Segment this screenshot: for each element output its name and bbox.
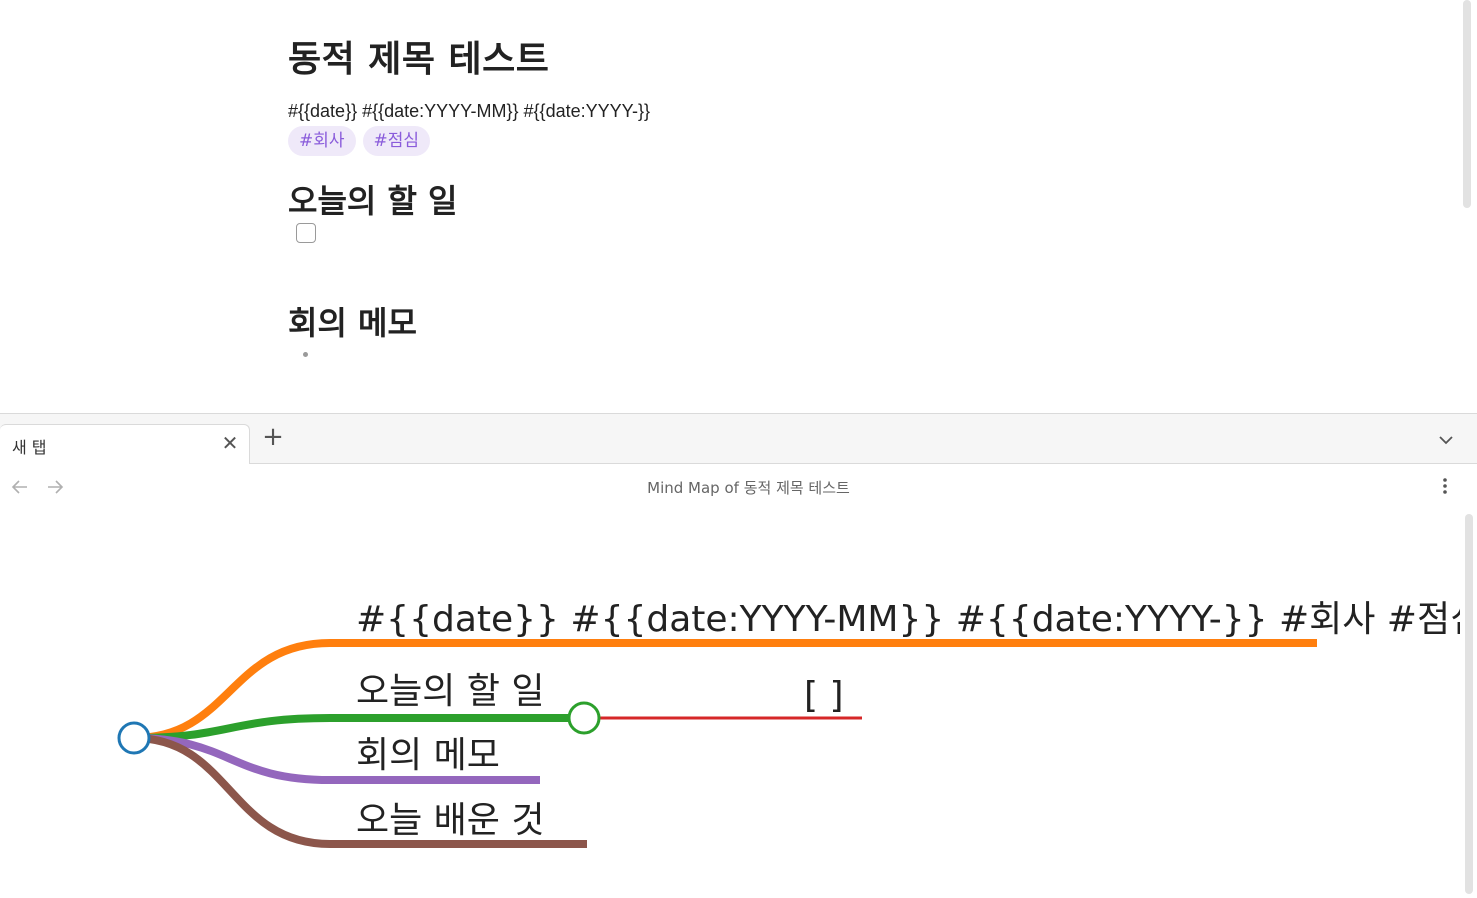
tag-lunch[interactable]: #점심 (362, 126, 431, 156)
tab-new-tab[interactable]: 새 탭 ✕ (0, 424, 250, 465)
chevron-down-icon[interactable] (1436, 430, 1456, 450)
tab-label: 새 탭 (12, 438, 47, 457)
branch-label-2[interactable]: 회의 메모 (356, 735, 500, 776)
tab-strip: 새 탭 ✕ + (0, 413, 1477, 465)
scrollbar-mindmap[interactable] (1465, 514, 1473, 894)
heading-todo[interactable]: 오늘의 할 일 (288, 176, 457, 222)
heading-meeting-memo[interactable]: 회의 메모 (288, 298, 417, 344)
branch-link-0 (133, 639, 1317, 742)
child-label-1-0[interactable]: [ ] (804, 675, 844, 716)
view-title: Mind Map of 동적 제목 테스트 (647, 479, 850, 497)
close-icon[interactable]: ✕ (220, 433, 240, 453)
branch-node-1[interactable] (567, 701, 601, 735)
more-vertical-icon[interactable] (1433, 474, 1457, 498)
tag-company[interactable]: #회사 (288, 126, 356, 156)
note-title[interactable]: 동적 제목 테스트 (288, 30, 549, 82)
task-checkbox[interactable] (296, 223, 316, 243)
note-pane: 동적 제목 테스트 #{{date}} #{{date:YYYY-MM}} #{… (0, 0, 1477, 413)
branch-label-1[interactable]: 오늘의 할 일 (356, 671, 545, 712)
branch-label-0[interactable]: #{{date}} #{{date:YYYY-MM}} #{{date:YYYY… (356, 599, 1477, 640)
root-node[interactable] (117, 721, 151, 755)
branch-label-3[interactable]: 오늘 배운 것 (356, 800, 545, 841)
view-header: Mind Map of 동적 제목 테스트 (0, 464, 1477, 510)
plus-icon[interactable]: + (262, 424, 284, 450)
list-bullet (303, 352, 308, 357)
note-meta-line[interactable]: #{{date}} #{{date:YYYY-MM}} #{{date:YYYY… (288, 101, 650, 122)
tag-list: #회사 #점심 (288, 126, 431, 156)
mind-map-canvas[interactable]: #{{date}} #{{date:YYYY-MM}} #{{date:YYYY… (0, 510, 1477, 894)
scrollbar-note[interactable] (1463, 0, 1471, 208)
